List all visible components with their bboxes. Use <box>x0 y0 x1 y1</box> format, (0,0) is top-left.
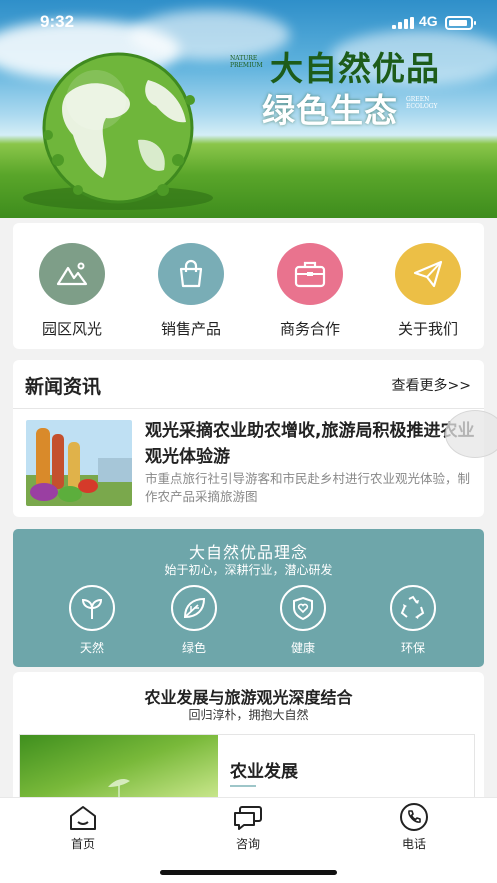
concept-label: 天然 <box>79 641 104 655</box>
news-more-link[interactable]: 查看更多>> <box>392 375 471 395</box>
news-thumbnail[interactable] <box>26 420 132 506</box>
paper-plane-icon <box>395 243 461 305</box>
tab-consult[interactable]: 咨询 <box>198 802 298 852</box>
news-section-title: 新闻资讯 <box>25 376 102 398</box>
signal-icon <box>392 17 414 29</box>
battery-icon <box>445 16 476 30</box>
floating-assistive-button[interactable] <box>445 410 497 458</box>
menu-item-about[interactable]: 关于我们 <box>378 243 478 339</box>
green-ecology-tag: GREEN ECOLOGY <box>406 96 438 110</box>
feature-subtitle: 回归淳朴，拥抱大自然 <box>188 708 309 722</box>
briefcase-icon <box>277 243 343 305</box>
banner-slogan-line1: 大自然优品 <box>270 49 440 88</box>
menu-label: 园区风光 <box>41 320 102 338</box>
menu-item-business[interactable]: 商务合作 <box>260 243 360 339</box>
tab-label: 首页 <box>70 837 95 851</box>
nature-premium-tag: NATURE PREMIUM <box>230 55 263 69</box>
recycle-icon <box>390 585 436 631</box>
news-description: 市重点旅行社引导游客和市民赴乡村进行农业观光体验，制作农产品采摘旅游图 <box>145 471 471 504</box>
earth-globe-image <box>23 52 213 210</box>
concept-title: 大自然优品理念 <box>188 543 308 562</box>
concept-subtitle: 始于初心，深耕行业，潜心研发 <box>164 563 333 577</box>
shield-heart-icon <box>280 585 326 631</box>
menu-label: 商务合作 <box>279 320 340 338</box>
network-type: 4G <box>419 13 438 29</box>
sprout-icon <box>69 585 115 631</box>
concept-label: 健康 <box>290 641 315 655</box>
concept-section: 大自然优品理念 始于初心，深耕行业，潜心研发 天然 绿色 健康 环保 <box>13 529 484 667</box>
tab-home[interactable]: 首页 <box>33 802 133 852</box>
feature-section: 农业发展与旅游观光深度结合 回归淳朴，拥抱大自然 农业发展 <box>13 672 484 812</box>
divider <box>13 408 484 409</box>
news-headline[interactable]: 观光采摘农业助农增收,旅游局积极推进农业观光体验游 <box>145 418 475 470</box>
concept-label: 绿色 <box>181 641 206 655</box>
accent-line <box>230 785 256 787</box>
menu-item-products[interactable]: 销售产品 <box>141 243 241 339</box>
tab-phone[interactable]: 电话 <box>364 802 464 852</box>
concept-item-natural: 天然 <box>52 585 132 656</box>
hero-banner: 9:32 4G NATURE PREMIUM 大自然优品 绿色生态 GREEN … <box>0 0 497 218</box>
tab-label: 咨询 <box>235 837 260 851</box>
concept-label: 环保 <box>400 641 425 655</box>
concept-item-health: 健康 <box>263 585 343 656</box>
concept-item-eco: 环保 <box>373 585 453 656</box>
status-bar: 9:32 4G <box>0 12 497 36</box>
phone-icon <box>364 802 464 832</box>
feature-title: 农业发展与旅游观光深度结合 <box>144 688 353 707</box>
tab-label: 电话 <box>401 837 426 851</box>
home-indicator <box>160 870 337 875</box>
banner-slogan-line2: 绿色生态 <box>262 91 398 130</box>
home-icon <box>33 802 133 832</box>
news-section: 新闻资讯 查看更多>> 观光采摘农业助农增收,旅游局积极推进农业观光体验游 市重… <box>13 360 484 517</box>
menu-label: 关于我们 <box>397 320 458 338</box>
status-time: 9:32 <box>40 12 75 31</box>
feature-card-title: 农业发展 <box>230 762 298 782</box>
chat-icon <box>198 802 298 832</box>
leaf-icon <box>171 585 217 631</box>
quick-menu: 园区风光 销售产品 商务合作 关于我们 <box>13 223 484 349</box>
menu-label: 销售产品 <box>160 320 221 338</box>
menu-item-park-scenery[interactable]: 园区风光 <box>22 243 122 339</box>
concept-item-green: 绿色 <box>154 585 234 656</box>
shopping-bag-icon <box>158 243 224 305</box>
mountain-photo-icon <box>39 243 105 305</box>
